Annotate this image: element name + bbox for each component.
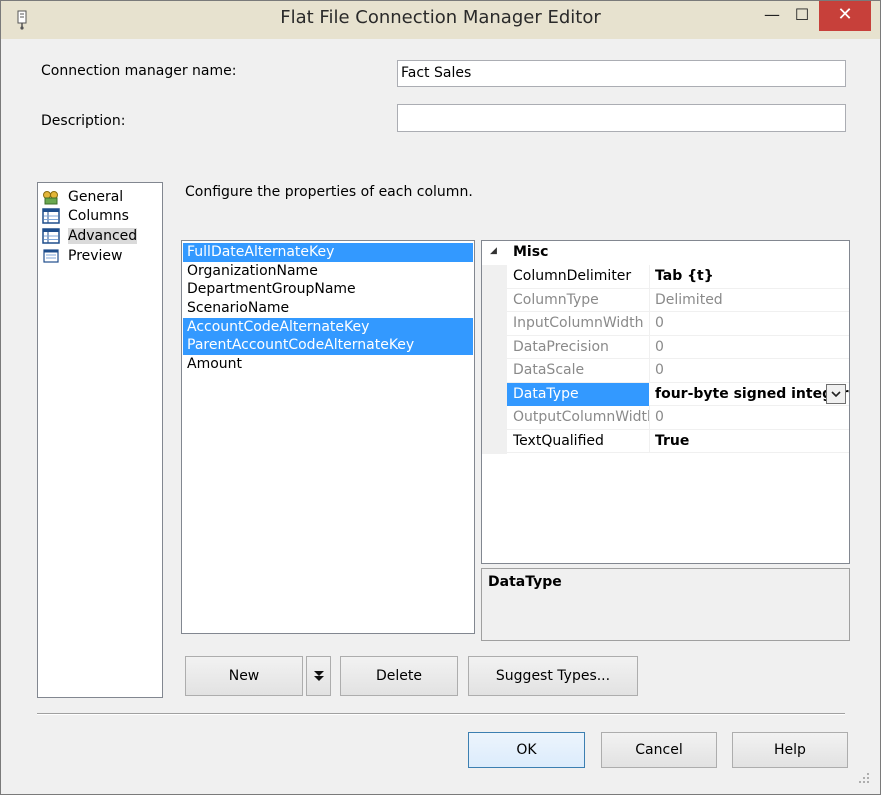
property-name: DataScale [513,362,585,378]
property-row-selected[interactable]: DataType four-byte signed integer [507,382,849,406]
property-name: ColumnDelimiter [513,268,632,284]
category-label: Misc [513,244,549,260]
property-row[interactable]: OutputColumnWidth 0 [507,406,849,430]
divider [649,265,650,288]
delete-button[interactable]: Delete [340,656,458,696]
property-value[interactable]: True [655,433,689,449]
property-name: TextQualified [513,432,604,449]
property-name: OutputColumnWidth [513,409,649,425]
property-row[interactable]: TextQualified True [507,429,849,453]
nav-item-preview[interactable]: Preview [42,246,123,265]
double-chevron-down-icon [313,671,324,681]
close-button[interactable]: ✕ [819,1,871,31]
divider [649,335,650,359]
nav-item-label: Preview [68,247,123,264]
nav-item-label: General [68,188,124,205]
connection-name-input[interactable]: Fact Sales [397,60,846,87]
list-item[interactable]: ParentAccountCodeAlternateKey [183,336,473,356]
property-grid: ◢ Misc ColumnDelimiter Tab {t} ColumnTyp… [481,240,850,564]
divider [649,312,650,335]
nav-item-general[interactable]: General [42,187,123,206]
nav-item-advanced[interactable]: Advanced [42,226,138,245]
dialog-window: Flat File Connection Manager Editor — ☐ … [0,0,881,795]
property-row[interactable]: DataScale 0 [507,359,849,383]
footer-divider [37,713,845,715]
property-row[interactable]: DataPrecision 0 [507,335,849,359]
property-name: ColumnType [513,291,599,308]
property-row[interactable]: InputColumnWidth 0 [507,312,849,336]
connection-name-label: Connection manager name: [41,63,237,79]
chevron-down-icon [831,390,841,397]
advanced-icon [42,227,60,244]
property-grid-margin [482,241,507,454]
list-item[interactable]: DepartmentGroupName [183,280,473,299]
columns-icon [42,207,60,224]
cancel-button[interactable]: Cancel [601,732,717,768]
description-label: Description: [41,113,126,129]
list-item[interactable]: OrganizationName [183,262,473,281]
columns-list[interactable]: FullDateAlternateKey OrganizationName De… [181,240,475,634]
divider [649,359,650,382]
property-value[interactable]: Tab {t} [655,268,714,284]
divider [649,406,650,429]
nav-item-label: Advanced [68,227,138,244]
property-description-panel: DataType [481,568,850,641]
property-row[interactable]: ColumnDelimiter Tab {t} [507,265,849,289]
list-item[interactable]: FullDateAlternateKey [183,243,473,262]
divider [649,429,650,453]
property-name: DataType [513,385,579,402]
property-value: Delimited [655,291,723,308]
ok-button[interactable]: OK [468,732,585,768]
suggest-types-button[interactable]: Suggest Types... [468,656,638,696]
help-button[interactable]: Help [732,732,848,768]
resize-grip-icon[interactable] [858,772,870,784]
page-navigation-list: General Columns Advanced Preview [37,182,163,698]
dropdown-button[interactable] [826,383,846,404]
instructions-text: Configure the properties of each column. [185,184,473,200]
property-value: 0 [655,409,664,425]
data-type-select[interactable]: four-byte signed integer [655,386,848,402]
nav-item-label: Columns [68,207,129,224]
general-icon [43,190,58,204]
property-value: 0 [655,315,664,331]
collapse-icon[interactable]: ◢ [490,246,497,256]
nav-item-columns[interactable]: Columns [42,206,129,225]
new-button[interactable]: New [185,656,303,696]
property-value: 0 [655,362,664,378]
list-item[interactable]: ScenarioName [183,299,473,318]
property-row[interactable]: ColumnType Delimited [507,288,849,312]
divider [649,288,650,312]
property-name: DataPrecision [513,338,609,355]
property-category[interactable]: ◢ Misc [482,241,849,265]
description-title: DataType [488,574,562,590]
new-dropdown-button[interactable] [306,656,331,696]
list-item[interactable]: AccountCodeAlternateKey [183,317,473,337]
property-name: InputColumnWidth [513,315,644,331]
property-value: 0 [655,338,664,355]
list-item[interactable]: Amount [183,355,473,374]
title-bar[interactable]: Flat File Connection Manager Editor — ☐ … [1,1,880,39]
description-input[interactable] [397,104,846,132]
preview-icon [43,248,59,263]
